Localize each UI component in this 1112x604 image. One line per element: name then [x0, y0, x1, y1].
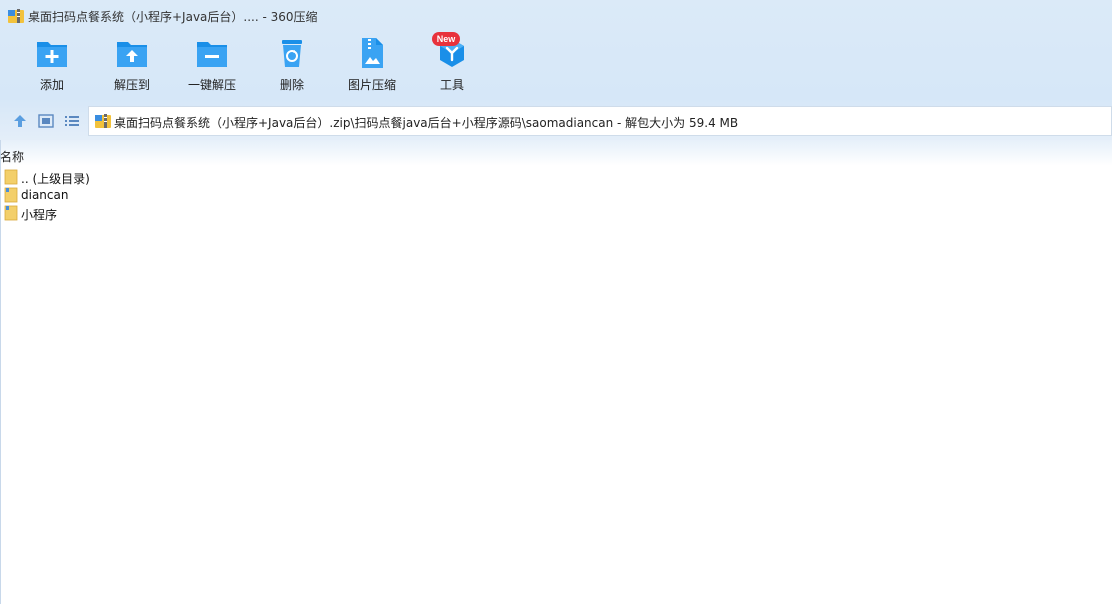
file-list: .. (上级目录) diancan 小程序: [0, 168, 1112, 222]
column-header-name[interactable]: 名称: [0, 148, 24, 165]
new-badge: New: [432, 32, 460, 46]
image-compress-icon: [362, 38, 383, 68]
image-compress-label: 图片压缩: [347, 78, 396, 92]
extract-to-icon: [117, 42, 147, 67]
list-item-label: .. (上级目录): [21, 172, 90, 186]
window-title: 桌面扫码点餐系统（小程序+Java后台）.... - 360压缩: [28, 10, 318, 24]
one-click-extract-icon: [197, 42, 227, 67]
add-label: 添加: [39, 78, 64, 92]
list-item-diancan[interactable]: diancan: [0, 186, 1112, 204]
view-icon[interactable]: [37, 112, 55, 130]
folder-icon: [4, 187, 18, 203]
navigation-bar: 桌面扫码点餐系统（小程序+Java后台）.zip\扫码点餐java后台+小程序源…: [0, 106, 1112, 136]
list-item-parent[interactable]: .. (上级目录): [0, 168, 1112, 186]
path-text: 桌面扫码点餐系统（小程序+Java后台）.zip\扫码点餐java后台+小程序源…: [114, 116, 739, 130]
add-button[interactable]: 添加: [12, 36, 92, 98]
one-click-extract-label: 一键解压: [187, 78, 236, 92]
archive-icon: [95, 114, 111, 128]
folder-icon: [4, 169, 18, 185]
list-item-miniprogram[interactable]: 小程序: [0, 204, 1112, 222]
tools-label: 工具: [439, 78, 464, 92]
address-bar[interactable]: 桌面扫码点餐系统（小程序+Java后台）.zip\扫码点餐java后台+小程序源…: [88, 106, 1112, 136]
delete-button[interactable]: 删除: [252, 36, 332, 98]
up-icon[interactable]: [11, 112, 29, 130]
tools-button[interactable]: New 工具: [412, 32, 492, 98]
list-item-label: 小程序: [21, 208, 58, 222]
one-click-extract-button[interactable]: 一键解压: [172, 36, 252, 98]
extract-to-label: 解压到: [113, 78, 150, 92]
delete-label: 删除: [279, 78, 304, 92]
header-fade: [0, 140, 1112, 166]
360zip-app-icon: [8, 9, 24, 23]
image-compress-button[interactable]: 图片压缩: [332, 36, 412, 98]
delete-icon: [282, 40, 302, 67]
list-view-icon[interactable]: [63, 112, 81, 130]
add-icon: [37, 42, 67, 67]
extract-to-button[interactable]: 解压到: [92, 36, 172, 98]
title-bar: 桌面扫码点餐系统（小程序+Java后台）.... - 360压缩: [0, 0, 1112, 32]
folder-icon: [4, 205, 18, 221]
list-item-label: diancan: [21, 188, 69, 202]
